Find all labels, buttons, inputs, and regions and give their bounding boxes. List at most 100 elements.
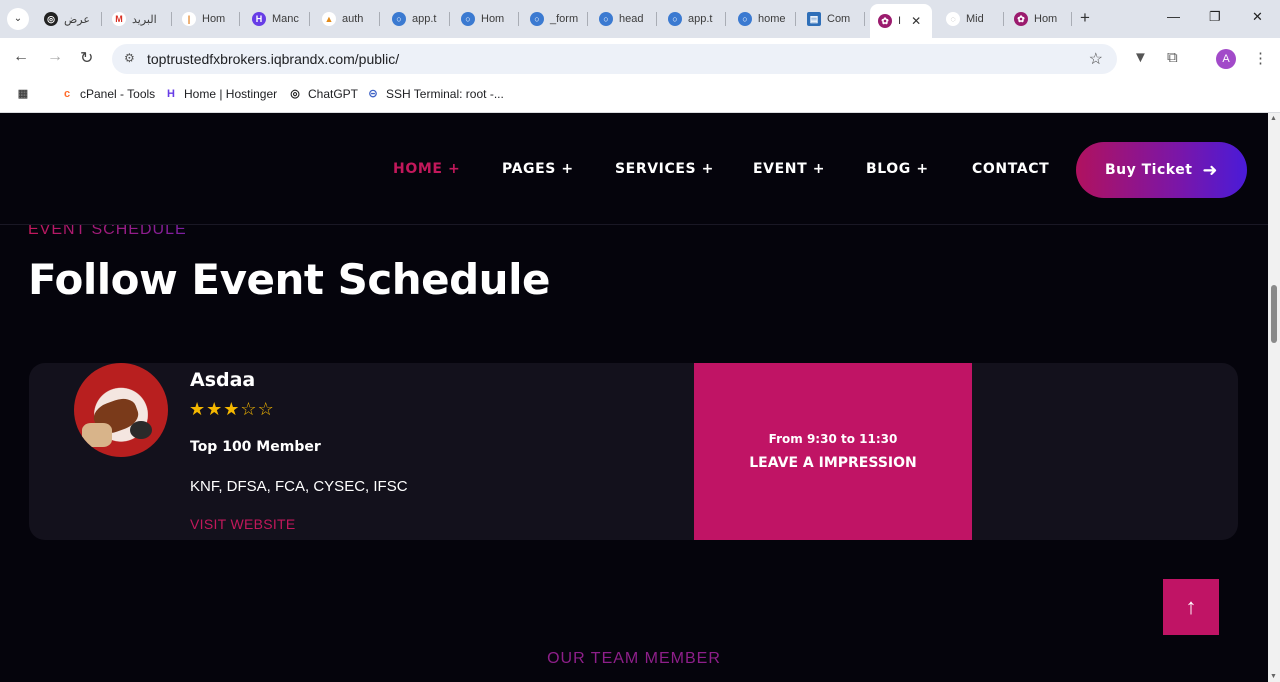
gmail-icon: M [112, 12, 126, 26]
scrollbar-thumb[interactable] [1271, 285, 1277, 343]
event-card: Asdaa ★ ★ ★ ☆ ☆ Top 100 Member KNF, DFSA… [29, 363, 1238, 540]
tab-14[interactable]: ✿ Hom [1008, 6, 1072, 32]
tab-label: Hom [481, 13, 505, 25]
tab-5[interactable]: ○ app.t [386, 6, 450, 32]
tab-6[interactable]: ○ Hom [455, 6, 519, 32]
menu-kebab-icon[interactable]: ⋮ [1253, 49, 1268, 67]
tab-4[interactable]: ▲ auth [316, 6, 380, 32]
site-info-icon[interactable]: ⚙ [124, 51, 135, 65]
document-icon: ▤ [807, 12, 821, 26]
scroll-up-icon[interactable]: ▲ [1270, 115, 1277, 122]
browser-toolbar: ← → ↻ ⚙ toptrustedfxbrokers.iqbrandx.com… [0, 38, 1280, 80]
nav-blog[interactable]: BLOG + [866, 161, 929, 177]
hostinger-icon: H [167, 88, 175, 100]
nav-event[interactable]: EVENT + [753, 161, 825, 177]
globe-icon: ○ [530, 12, 544, 26]
buy-ticket-button[interactable]: Buy Ticket ➜ [1076, 142, 1247, 198]
bookmark-label: SSH Terminal: root -... [386, 87, 504, 101]
arrow-up-icon: ↑ [1185, 594, 1197, 619]
tab-3[interactable]: H Manc [246, 6, 310, 32]
tab-search-button[interactable]: ⌄ [7, 8, 29, 30]
tab-label: _form [550, 13, 579, 25]
membership-label: Top 100 Member [190, 439, 321, 455]
event-time-box[interactable]: From 9:30 to 11:30 LEAVE A IMPRESSION [694, 363, 972, 540]
bookmark-label: ChatGPT [308, 87, 359, 101]
visit-website-link[interactable]: VISIT WEBSITE [190, 516, 296, 532]
globe-icon: ○ [461, 12, 475, 26]
bookmark-label: cPanel - Tools [80, 87, 156, 101]
site-logo-icon: ✿ [878, 14, 892, 28]
tab-label: auth [342, 13, 364, 25]
minimize-icon[interactable]: — [1167, 9, 1180, 24]
star-empty-icon: ☆ [240, 399, 257, 419]
url-text[interactable]: toptrustedfxbrokers.iqbrandx.com/public/ [147, 51, 399, 67]
new-tab-button[interactable]: + [1080, 8, 1090, 28]
chatgpt-icon: ◎ [290, 88, 300, 100]
tab-8[interactable]: ○ head [593, 6, 657, 32]
extension-vpn-icon[interactable]: ▼ [1133, 49, 1148, 66]
tab-label: app.t [412, 13, 437, 25]
tab-9[interactable]: ○ app.t [662, 6, 726, 32]
profile-avatar[interactable]: A [1216, 49, 1236, 69]
regulators-list: KNF, DFSA, FCA, CYSEC, IFSC [190, 478, 408, 495]
event-name: Asdaa [190, 369, 256, 391]
buy-ticket-label: Buy Ticket [1104, 162, 1193, 178]
bookmark-label: Home | Hostinger [184, 87, 278, 101]
tab-1[interactable]: M البريد [106, 6, 172, 32]
scroll-to-top-button[interactable]: ↑ [1163, 579, 1219, 635]
close-tab-icon[interactable]: ✕ [911, 14, 921, 28]
page-scrollbar[interactable]: ▲ ▼ [1268, 113, 1280, 682]
bookmark-ssh[interactable]: ⊝ SSH Terminal: root -... [366, 87, 504, 101]
tab-0[interactable]: ◎ عرض [38, 6, 102, 32]
bookmark-star-icon[interactable]: ☆ [1089, 49, 1103, 69]
scroll-down-icon[interactable]: ▼ [1270, 673, 1277, 680]
star-empty-icon: ☆ [257, 399, 274, 419]
tab-12-active[interactable]: ✿ I ✕ [870, 4, 932, 38]
restore-icon[interactable]: ❐ [1209, 9, 1221, 25]
event-time: From 9:30 to 11:30 [768, 432, 898, 446]
tab-10[interactable]: ○ home [732, 6, 796, 32]
back-icon[interactable]: ← [13, 48, 29, 66]
star-filled-icon: ★ [189, 399, 206, 419]
address-bar[interactable]: ⚙ toptrustedfxbrokers.iqbrandx.com/publi… [112, 44, 1117, 74]
nav-services[interactable]: SERVICES + [615, 161, 714, 177]
nav-pages[interactable]: PAGES + [502, 161, 574, 177]
globe-icon: ○ [738, 12, 752, 26]
web-page: EVENT SCHEDULE HOME + PAGES + SERVICES +… [0, 113, 1268, 682]
reload-icon[interactable]: ↻ [80, 48, 93, 68]
team-eyebrow: OUR TEAM MEMBER [547, 650, 721, 667]
tab-label: Mid [966, 13, 984, 25]
hostinger-icon: | [182, 12, 196, 26]
ssh-icon: ⊝ [368, 88, 378, 100]
cpanel-icon: c [63, 88, 71, 100]
browser-tab-strip: ⌄ ◎ عرض M البريد | Hom H Manc ▲ auth ○ a… [0, 0, 1280, 38]
star-rating: ★ ★ ★ ☆ ☆ [189, 399, 274, 419]
loading-icon: ◌ [946, 12, 960, 26]
tab-2[interactable]: | Hom [176, 6, 240, 32]
chatgpt-icon: ◎ [44, 12, 58, 26]
tab-11[interactable]: ▤ Com [801, 6, 865, 32]
tab-7[interactable]: ○ _form [524, 6, 588, 32]
globe-icon: ○ [392, 12, 406, 26]
star-filled-icon: ★ [223, 399, 240, 419]
globe-icon: ○ [599, 12, 613, 26]
nav-home[interactable]: HOME + [393, 161, 460, 177]
tab-label: عرض [64, 13, 90, 26]
close-window-icon[interactable]: ✕ [1252, 9, 1263, 25]
apps-grid-icon[interactable]: ▦ [16, 87, 36, 101]
tab-label: home [758, 13, 786, 25]
tab-label: Com [827, 13, 851, 25]
extensions-puzzle-icon[interactable]: ⧉ [1167, 49, 1178, 66]
tab-label: البريد [132, 13, 157, 26]
bookmark-chatgpt[interactable]: ◎ ChatGPT [288, 87, 358, 101]
tab-label: I [898, 15, 902, 27]
leave-impression-label: LEAVE A IMPRESSION [749, 455, 917, 471]
nav-contact[interactable]: CONTACT [972, 161, 1049, 177]
tab-13[interactable]: ◌ Mid [940, 6, 1004, 32]
section-title: Follow Event Schedule [28, 255, 550, 304]
bookmarks-bar: ▦ c cPanel - Tools H Home | Hostinger ◎ … [0, 80, 1280, 113]
event-avatar [74, 363, 168, 457]
forward-icon[interactable]: → [47, 48, 63, 66]
bookmark-hostinger[interactable]: H Home | Hostinger [164, 87, 277, 101]
bookmark-cpanel[interactable]: c cPanel - Tools [60, 87, 155, 101]
